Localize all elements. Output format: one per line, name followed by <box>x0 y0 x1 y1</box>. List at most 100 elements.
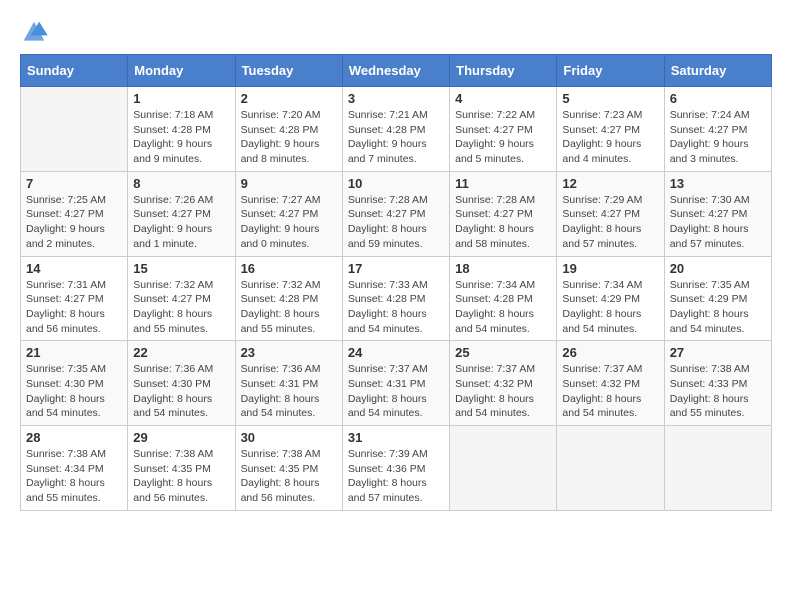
day-info: Sunrise: 7:28 AMSunset: 4:27 PMDaylight:… <box>348 193 444 252</box>
calendar-cell: 30 Sunrise: 7:38 AMSunset: 4:35 PMDayligh… <box>235 426 342 511</box>
day-info: Sunrise: 7:36 AMSunset: 4:31 PMDaylight:… <box>241 362 337 421</box>
calendar-cell: 5 Sunrise: 7:23 AMSunset: 4:27 PMDaylight… <box>557 87 664 172</box>
day-info: Sunrise: 7:26 AMSunset: 4:27 PMDaylight:… <box>133 193 229 252</box>
day-number: 16 <box>241 261 337 276</box>
day-of-week-header: Saturday <box>664 55 771 87</box>
calendar-cell: 23Sunrise: 7:36 AMSunset: 4:31 PMDayligh… <box>235 341 342 426</box>
logo <box>20 20 52 44</box>
calendar-cell: 26 Sunrise: 7:37 AMSunset: 4:32 PMDayligh… <box>557 341 664 426</box>
day-of-week-header: Wednesday <box>342 55 449 87</box>
calendar-cell: 24 Sunrise: 7:37 AMSunset: 4:31 PMDayligh… <box>342 341 449 426</box>
calendar-cell: 2Sunrise: 7:20 AMSunset: 4:28 PMDaylight… <box>235 87 342 172</box>
logo-icon <box>20 20 48 44</box>
day-number: 27 <box>670 345 766 360</box>
day-info: Sunrise: 7:39 AMSunset: 4:36 PMDaylight:… <box>348 447 444 506</box>
day-info: Sunrise: 7:25 AMSunset: 4:27 PMDaylight:… <box>26 193 122 252</box>
day-info: Sunrise: 7:37 AMSunset: 4:32 PMDaylight:… <box>455 362 551 421</box>
day-of-week-header: Thursday <box>450 55 557 87</box>
day-number: 7 <box>26 176 122 191</box>
day-number: 2 <box>241 91 337 106</box>
day-number: 24 <box>348 345 444 360</box>
calendar-cell: 20 Sunrise: 7:35 AMSunset: 4:29 PMDayligh… <box>664 256 771 341</box>
day-info: Sunrise: 7:30 AMSunset: 4:27 PMDaylight:… <box>670 193 766 252</box>
day-info: Sunrise: 7:24 AMSunset: 4:27 PMDaylight:… <box>670 108 766 167</box>
calendar-cell: 3 Sunrise: 7:21 AMSunset: 4:28 PMDaylight… <box>342 87 449 172</box>
day-number: 1 <box>133 91 229 106</box>
day-info: Sunrise: 7:23 AMSunset: 4:27 PMDaylight:… <box>562 108 658 167</box>
day-info: Sunrise: 7:29 AMSunset: 4:27 PMDaylight:… <box>562 193 658 252</box>
calendar-cell: 19Sunrise: 7:34 AMSunset: 4:29 PMDayligh… <box>557 256 664 341</box>
day-info: Sunrise: 7:37 AMSunset: 4:31 PMDaylight:… <box>348 362 444 421</box>
calendar-week-row: 7 Sunrise: 7:25 AMSunset: 4:27 PMDaylight… <box>21 171 772 256</box>
day-info: Sunrise: 7:34 AMSunset: 4:29 PMDaylight:… <box>562 278 658 337</box>
day-number: 10 <box>348 176 444 191</box>
calendar-week-row: 21Sunrise: 7:35 AMSunset: 4:30 PMDayligh… <box>21 341 772 426</box>
calendar-cell: 16 Sunrise: 7:32 AMSunset: 4:28 PMDayligh… <box>235 256 342 341</box>
calendar-header-row: SundayMondayTuesdayWednesdayThursdayFrid… <box>21 55 772 87</box>
day-number: 5 <box>562 91 658 106</box>
day-number: 25 <box>455 345 551 360</box>
calendar-cell: 1 Sunrise: 7:18 AMSunset: 4:28 PMDaylight… <box>128 87 235 172</box>
day-info: Sunrise: 7:31 AMSunset: 4:27 PMDaylight:… <box>26 278 122 337</box>
calendar-cell: 11Sunrise: 7:28 AMSunset: 4:27 PMDayligh… <box>450 171 557 256</box>
day-number: 13 <box>670 176 766 191</box>
day-number: 14 <box>26 261 122 276</box>
calendar-cell: 8 Sunrise: 7:26 AMSunset: 4:27 PMDaylight… <box>128 171 235 256</box>
day-info: Sunrise: 7:33 AMSunset: 4:28 PMDaylight:… <box>348 278 444 337</box>
day-number: 30 <box>241 430 337 445</box>
day-number: 8 <box>133 176 229 191</box>
calendar-cell: 10 Sunrise: 7:28 AMSunset: 4:27 PMDayligh… <box>342 171 449 256</box>
calendar-week-row: 28 Sunrise: 7:38 AMSunset: 4:34 PMDayligh… <box>21 426 772 511</box>
day-number: 6 <box>670 91 766 106</box>
day-info: Sunrise: 7:38 AMSunset: 4:33 PMDaylight:… <box>670 362 766 421</box>
calendar-cell: 6 Sunrise: 7:24 AMSunset: 4:27 PMDaylight… <box>664 87 771 172</box>
day-info: Sunrise: 7:38 AMSunset: 4:34 PMDaylight:… <box>26 447 122 506</box>
calendar-cell <box>450 426 557 511</box>
calendar-cell: 14 Sunrise: 7:31 AMSunset: 4:27 PMDayligh… <box>21 256 128 341</box>
calendar-cell <box>557 426 664 511</box>
day-info: Sunrise: 7:36 AMSunset: 4:30 PMDaylight:… <box>133 362 229 421</box>
day-number: 26 <box>562 345 658 360</box>
calendar-cell: 12Sunrise: 7:29 AMSunset: 4:27 PMDayligh… <box>557 171 664 256</box>
day-number: 18 <box>455 261 551 276</box>
day-number: 31 <box>348 430 444 445</box>
day-number: 29 <box>133 430 229 445</box>
day-number: 21 <box>26 345 122 360</box>
calendar: SundayMondayTuesdayWednesdayThursdayFrid… <box>20 54 772 511</box>
calendar-cell: 4Sunrise: 7:22 AMSunset: 4:27 PMDaylight… <box>450 87 557 172</box>
calendar-cell: 25 Sunrise: 7:37 AMSunset: 4:32 PMDayligh… <box>450 341 557 426</box>
calendar-cell <box>21 87 128 172</box>
day-number: 3 <box>348 91 444 106</box>
day-number: 28 <box>26 430 122 445</box>
calendar-cell: 22Sunrise: 7:36 AMSunset: 4:30 PMDayligh… <box>128 341 235 426</box>
day-info: Sunrise: 7:28 AMSunset: 4:27 PMDaylight:… <box>455 193 551 252</box>
day-number: 17 <box>348 261 444 276</box>
day-info: Sunrise: 7:32 AMSunset: 4:27 PMDaylight:… <box>133 278 229 337</box>
calendar-cell: 15 Sunrise: 7:32 AMSunset: 4:27 PMDayligh… <box>128 256 235 341</box>
calendar-cell <box>664 426 771 511</box>
day-info: Sunrise: 7:38 AMSunset: 4:35 PMDaylight:… <box>133 447 229 506</box>
day-info: Sunrise: 7:21 AMSunset: 4:28 PMDaylight:… <box>348 108 444 167</box>
day-info: Sunrise: 7:32 AMSunset: 4:28 PMDaylight:… <box>241 278 337 337</box>
day-of-week-header: Friday <box>557 55 664 87</box>
calendar-week-row: 1 Sunrise: 7:18 AMSunset: 4:28 PMDaylight… <box>21 87 772 172</box>
calendar-cell: 27 Sunrise: 7:38 AMSunset: 4:33 PMDayligh… <box>664 341 771 426</box>
day-number: 9 <box>241 176 337 191</box>
calendar-cell: 31 Sunrise: 7:39 AMSunset: 4:36 PMDayligh… <box>342 426 449 511</box>
day-number: 20 <box>670 261 766 276</box>
day-info: Sunrise: 7:18 AMSunset: 4:28 PMDaylight:… <box>133 108 229 167</box>
day-info: Sunrise: 7:37 AMSunset: 4:32 PMDaylight:… <box>562 362 658 421</box>
day-of-week-header: Sunday <box>21 55 128 87</box>
day-info: Sunrise: 7:34 AMSunset: 4:28 PMDaylight:… <box>455 278 551 337</box>
calendar-cell: 21Sunrise: 7:35 AMSunset: 4:30 PMDayligh… <box>21 341 128 426</box>
day-number: 4 <box>455 91 551 106</box>
day-info: Sunrise: 7:35 AMSunset: 4:29 PMDaylight:… <box>670 278 766 337</box>
calendar-cell: 17 Sunrise: 7:33 AMSunset: 4:28 PMDayligh… <box>342 256 449 341</box>
calendar-cell: 9Sunrise: 7:27 AMSunset: 4:27 PMDaylight… <box>235 171 342 256</box>
calendar-cell: 13 Sunrise: 7:30 AMSunset: 4:27 PMDayligh… <box>664 171 771 256</box>
day-info: Sunrise: 7:38 AMSunset: 4:35 PMDaylight:… <box>241 447 337 506</box>
calendar-week-row: 14 Sunrise: 7:31 AMSunset: 4:27 PMDayligh… <box>21 256 772 341</box>
header <box>20 20 772 44</box>
day-number: 15 <box>133 261 229 276</box>
calendar-cell: 18 Sunrise: 7:34 AMSunset: 4:28 PMDayligh… <box>450 256 557 341</box>
